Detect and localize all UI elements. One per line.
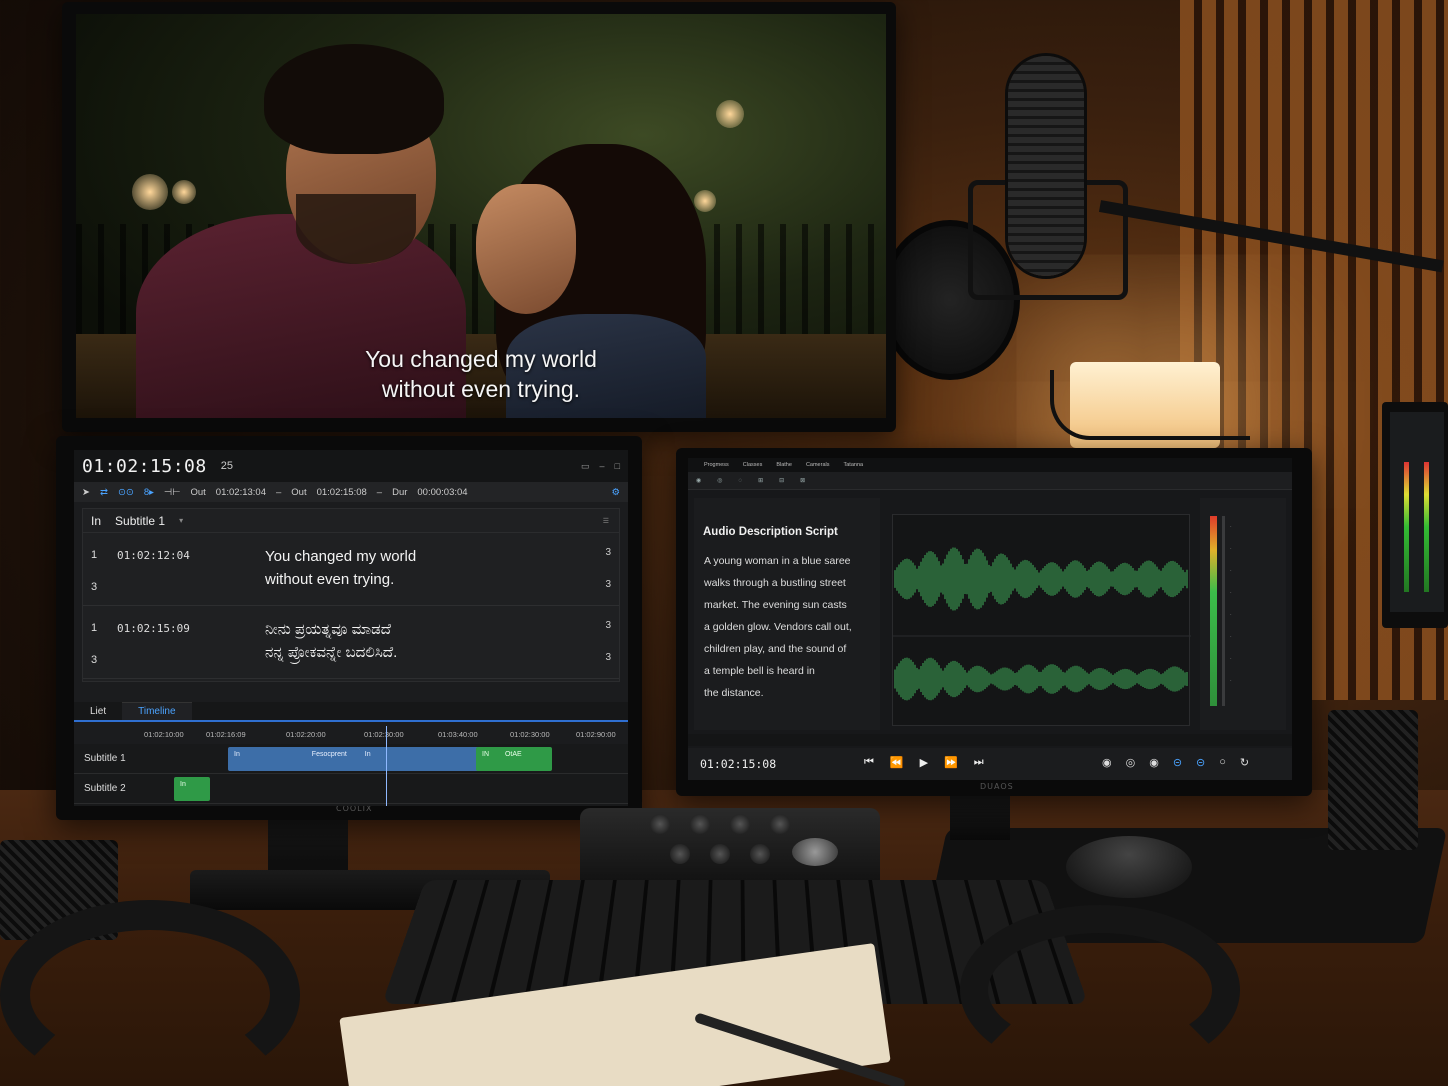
out-label: Out: [190, 486, 206, 498]
fast-forward-icon[interactable]: ⏩: [944, 756, 958, 769]
mouse[interactable]: [1066, 836, 1192, 898]
tool-icon[interactable]: ◌: [739, 478, 743, 484]
in-timecode[interactable]: 01:02:13:04: [216, 487, 266, 498]
script-panel: Audio Description Script A young woman i…: [694, 498, 880, 730]
subtitle-row-text[interactable]: ನೀನು ಪ್ರಯತ್ನವೂ ಮಾಡದೆ ನನ್ನ ಪ್ರೋಕವನ್ನೇ ಬದಲ…: [265, 618, 397, 664]
tool-icon[interactable]: ⊞: [758, 477, 763, 484]
rewind-icon[interactable]: ⏪: [890, 756, 904, 769]
loop-icon[interactable]: ⊝: [1196, 756, 1205, 769]
split-icon[interactable]: ⊣⊢: [164, 487, 181, 498]
settings-icon[interactable]: ⚙: [611, 487, 620, 498]
script-body[interactable]: A young woman in a blue saree walks thro…: [704, 550, 874, 704]
skip-end-icon[interactable]: ⏭: [974, 756, 984, 769]
current-timecode: 01:02:15:08: [82, 455, 207, 477]
list-options-icon[interactable]: ☰: [603, 517, 609, 525]
frame-rate: 25: [220, 460, 233, 472]
side-monitor: [1382, 402, 1448, 628]
editor-tabs: Liet Timeline: [74, 702, 628, 722]
sync-icon[interactable]: ⊙⊙: [118, 487, 134, 498]
pointer-tool-icon[interactable]: ➤: [82, 487, 90, 498]
minimize-icon[interactable]: –: [600, 461, 605, 472]
transport-bar: 01:02:15:08 ⏮ ⏪ ▶ ⏩ ⏭ ◉ ◎ ◉ ⊝ ⊝ ○ ↻: [688, 748, 1292, 780]
timeline-clip[interactable]: In: [174, 777, 210, 801]
menu-item[interactable]: Classes: [743, 462, 763, 468]
waveform: [893, 547, 1191, 701]
menu-item[interactable]: Camerals: [806, 462, 830, 468]
scroll-bar[interactable]: [688, 734, 1292, 746]
track-dropdown-icon[interactable]: ▾: [179, 516, 183, 525]
tool-icon[interactable]: ◉: [696, 477, 701, 484]
level-meters: · · · · · · · ·: [1200, 498, 1286, 730]
subtitle-row-text[interactable]: You changed my world without even trying…: [265, 545, 416, 591]
video-preview: You changed my world without even trying…: [76, 14, 886, 418]
subtitle-list: In Subtitle 1 ▾ ☰ 1 3 01:02:12:04 You ch…: [82, 508, 620, 682]
audio-toolbar: ◉ ◎ ◌ ⊞ ⊟ ⊠: [688, 472, 1292, 490]
subtitle-list-header: In Subtitle 1 ▾ ☰: [83, 509, 619, 533]
menu-item[interactable]: Progmess: [704, 462, 729, 468]
solo-icon[interactable]: ◉: [1149, 756, 1159, 769]
window-icon[interactable]: ▭: [581, 461, 590, 472]
speed-icon[interactable]: 8▸: [144, 487, 154, 498]
timeline-clip[interactable]: IN OtAE: [476, 747, 552, 771]
headphones-left: [0, 900, 300, 1086]
audio-editor: Progmess Classes Blathe Camerals Tatanna…: [688, 458, 1292, 780]
headphones-right: [960, 905, 1240, 1075]
maximize-icon[interactable]: □: [615, 461, 620, 472]
subtitle-row[interactable]: 1 3 01:02:15:09 ನೀನು ಪ್ರಯತ್ನವೂ ಮಾಡದೆ ನನ್…: [83, 606, 619, 679]
tab-timeline[interactable]: Timeline: [122, 702, 192, 720]
circle-icon[interactable]: ○: [1219, 756, 1226, 769]
edit-toolbar: ➤ ⇄ ⊙⊙ 8▸ ⊣⊢ Out 01:02:13:04 – Out 01:02…: [74, 482, 628, 502]
level-meter: [1210, 516, 1217, 706]
menu-item[interactable]: Blathe: [776, 462, 792, 468]
track-subtitle-1: Subtitle 1 In Fesocprent In IN OtAE: [74, 744, 628, 774]
tool-icon[interactable]: ⊟: [779, 477, 784, 484]
tab-list[interactable]: Liet: [74, 703, 122, 720]
link-icon[interactable]: ⊝: [1173, 756, 1182, 769]
refresh-icon[interactable]: ↻: [1240, 756, 1249, 769]
playhead[interactable]: [386, 726, 387, 806]
link-icon[interactable]: ⇄: [100, 487, 108, 498]
out-label-2: Out: [291, 486, 307, 498]
microphone: [1008, 56, 1084, 276]
audio-timecode: 01:02:15:08: [700, 757, 777, 771]
editor-header: 01:02:15:08 25 ▭ – □: [74, 450, 628, 482]
subtitle-row-time: 01:02:15:09: [117, 622, 190, 635]
subtitle-row[interactable]: 1 3 01:02:12:04 You changed my world wit…: [83, 533, 619, 606]
mic-cable: [1050, 370, 1250, 440]
timeline-tracks: Subtitle 1 In Fesocprent In IN OtAE Subt…: [74, 744, 628, 806]
waveform-view[interactable]: [892, 514, 1191, 726]
tool-icon[interactable]: ⊠: [800, 477, 805, 484]
duration-timecode[interactable]: 00:00:03:04: [417, 487, 467, 498]
track-subtitle-2: Subtitle 2 In: [74, 774, 628, 804]
dur-label: Dur: [392, 486, 408, 498]
track-title: Subtitle 1: [115, 513, 166, 528]
pen-cup-right: [1328, 710, 1418, 850]
play-icon[interactable]: ▶: [920, 756, 928, 769]
video-subtitle: You changed my world without even trying…: [365, 346, 597, 402]
menu-item[interactable]: Tatanna: [843, 462, 863, 468]
timeline-ruler: 01:02:10:00 01:02:16:09 01:02:20:00 01:0…: [144, 730, 616, 739]
right-monitor-stand: [950, 790, 1010, 840]
out-timecode[interactable]: 01:02:15:08: [317, 487, 367, 498]
subtitle-editor: 01:02:15:08 25 ▭ – □ ➤ ⇄ ⊙⊙ 8▸ ⊣⊢ Out 01…: [74, 450, 628, 806]
skip-start-icon[interactable]: ⏮: [864, 756, 874, 769]
tool-icon[interactable]: ◎: [717, 477, 722, 484]
subtitle-row-time: 01:02:12:04: [117, 549, 190, 562]
monitor-icon[interactable]: ◉: [1102, 756, 1112, 769]
menu-bar: Progmess Classes Blathe Camerals Tatanna: [688, 458, 1292, 472]
record-icon[interactable]: ◎: [1126, 756, 1136, 769]
script-title: Audio Description Script: [703, 526, 838, 538]
